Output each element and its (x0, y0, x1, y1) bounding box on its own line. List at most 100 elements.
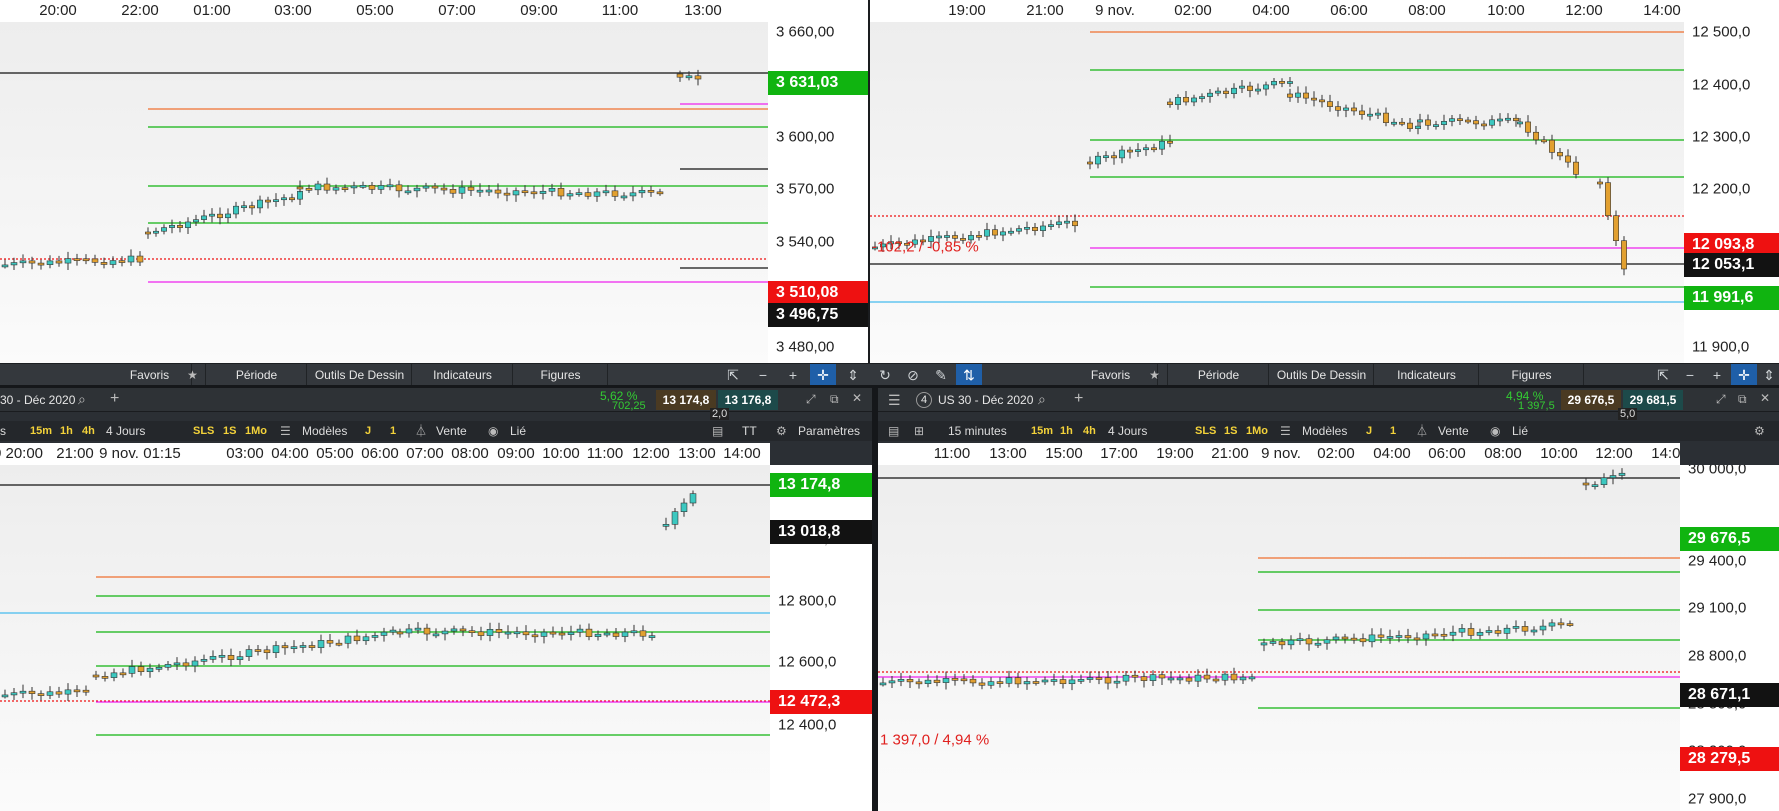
gear-icon[interactable]: ⚙ (1754, 421, 1765, 441)
interval-suffix[interactable]: s (0, 421, 6, 441)
candle (118, 260, 126, 263)
text-size-button[interactable]: TT (742, 421, 757, 441)
one-button[interactable]: 1 (390, 421, 396, 441)
window-title[interactable]: US 30 - Déc 2020 (938, 393, 1033, 407)
expand-icon[interactable]: ⤢ (806, 392, 816, 407)
crosshair-icon[interactable]: ✛ (1731, 364, 1757, 386)
y-axis[interactable]: 12 500,0 12 400,0 12 300,0 12 200,0 11 9… (1684, 0, 1779, 364)
templates-icon[interactable]: ☰ (1280, 421, 1291, 441)
candle (1433, 124, 1439, 127)
candle (395, 184, 403, 192)
bid-price[interactable]: 29 676,5 (1561, 390, 1621, 410)
expand-icon[interactable]: ⤢ (1716, 392, 1726, 407)
drawing-tools-button[interactable]: Outils De Dessin (1270, 364, 1374, 386)
menu-icon[interactable]: ☰ (888, 392, 901, 409)
sell-button[interactable]: Vente (436, 421, 467, 441)
interval-1s-button[interactable]: 1S (1224, 421, 1237, 441)
y-axis[interactable]: 30 000,0 29 400,0 29 100,0 28 800,0 28 5… (1680, 465, 1779, 811)
j-button[interactable]: J (365, 421, 371, 441)
link-icon[interactable]: ◉ (1490, 421, 1500, 441)
star-icon[interactable]: ★ (1142, 364, 1168, 386)
magnet-icon[interactable]: ⇅ (956, 364, 982, 386)
export-icon[interactable]: ⇱ (720, 364, 746, 386)
pencil-icon[interactable]: ✎ (928, 364, 954, 386)
vertical-fit-icon[interactable]: ⇕ (1756, 364, 1779, 386)
close-icon[interactable]: ✕ (1760, 391, 1770, 405)
range-select[interactable]: 4 Jours (106, 421, 145, 441)
one-button[interactable]: 1 (1390, 421, 1396, 441)
interval-1h-button[interactable]: 1h (60, 421, 73, 441)
zoom-out-icon[interactable]: − (750, 364, 776, 386)
search-icon[interactable]: ⌕ (78, 391, 86, 408)
sell-icon[interactable]: ⏃ (415, 421, 427, 441)
link-icon[interactable]: ◉ (488, 421, 498, 441)
cancel-icon[interactable]: ⊘ (900, 364, 926, 386)
add-tab-icon[interactable]: + (1074, 390, 1083, 408)
panel-divider[interactable] (868, 0, 870, 364)
candle (1072, 220, 1078, 227)
interval-select[interactable]: 15 minutes (948, 421, 1007, 441)
refresh-icon[interactable]: ↻ (872, 364, 898, 386)
candle (1350, 637, 1358, 641)
drawing-tools-button[interactable]: Outils De Dessin (308, 364, 412, 386)
candle (593, 191, 601, 197)
interval-1mo-button[interactable]: 1Mo (1246, 421, 1268, 441)
linked-button[interactable]: Lié (510, 421, 526, 441)
gear-icon[interactable]: ⚙ (776, 421, 787, 441)
interval-1s-button[interactable]: 1S (223, 421, 236, 441)
list-icon[interactable]: ▤ (888, 421, 899, 441)
ask-price[interactable]: 13 176,8 (718, 390, 778, 410)
close-icon[interactable]: ✕ (852, 391, 862, 405)
zoom-out-icon[interactable]: − (1677, 364, 1703, 386)
zoom-in-icon[interactable]: + (1704, 364, 1730, 386)
indicators-button[interactable]: Indicateurs (1375, 364, 1479, 386)
figures-button[interactable]: Figures (514, 364, 608, 386)
interval-4h-button[interactable]: 4h (1083, 421, 1096, 441)
popout-icon[interactable]: ⧉ (1738, 392, 1747, 407)
layout-icon[interactable]: ▤ (712, 421, 723, 441)
interval-4h-button[interactable]: 4h (82, 421, 95, 441)
candle (1, 694, 9, 698)
figures-button[interactable]: Figures (1480, 364, 1584, 386)
range-select[interactable]: 4 Jours (1108, 421, 1147, 441)
templates-button[interactable]: Modèles (302, 421, 347, 441)
star-icon[interactable]: ★ (180, 364, 206, 386)
periode-button[interactable]: Période (207, 364, 307, 386)
candle (647, 190, 655, 193)
templates-button[interactable]: Modèles (1302, 421, 1347, 441)
price-plot[interactable] (0, 22, 768, 363)
interval-15m-button[interactable]: 15m (1031, 421, 1053, 441)
add-tab-icon[interactable]: + (110, 390, 119, 408)
sls-button[interactable]: SLS (1195, 421, 1216, 441)
templates-icon[interactable]: ☰ (280, 421, 291, 441)
price-plot[interactable] (0, 465, 770, 811)
ask-price[interactable]: 29 681,5 (1623, 390, 1683, 410)
export-icon[interactable]: ⇱ (1650, 364, 1676, 386)
indicators-button[interactable]: Indicateurs (413, 364, 513, 386)
periode-button[interactable]: Période (1169, 364, 1269, 386)
grid-icon[interactable]: ⊞ (914, 421, 924, 441)
sell-button[interactable]: Vente (1438, 421, 1469, 441)
interval-1mo-button[interactable]: 1Mo (245, 421, 267, 441)
interval-15m-button[interactable]: 15m (30, 421, 52, 441)
candle (522, 631, 530, 636)
y-axis[interactable]: 13 000,0 12 800,0 12 600,0 12 400,0 13 1… (770, 465, 872, 811)
crosshair-icon[interactable]: ✛ (810, 364, 836, 386)
search-icon[interactable]: ⌕ (1038, 391, 1046, 408)
sls-button[interactable]: SLS (193, 421, 214, 441)
j-button[interactable]: J (1366, 421, 1372, 441)
price-plot[interactable] (870, 22, 1684, 363)
popout-icon[interactable]: ⧉ (830, 392, 839, 407)
zoom-in-icon[interactable]: + (780, 364, 806, 386)
sell-icon[interactable]: ⏃ (1416, 421, 1428, 441)
candle (671, 511, 679, 525)
bid-price[interactable]: 13 174,8 (656, 390, 716, 410)
interval-1h-button[interactable]: 1h (1060, 421, 1073, 441)
settings-button[interactable]: Paramètres (798, 421, 860, 441)
linked-button[interactable]: Lié (1512, 421, 1528, 441)
y-axis[interactable]: 3 660,00 3 600,00 3 570,00 3 540,00 3 48… (768, 0, 868, 364)
window-title[interactable]: 30 - Déc 2020 (0, 393, 75, 407)
vertical-fit-icon[interactable]: ⇕ (840, 364, 866, 386)
price-plot[interactable] (878, 465, 1680, 811)
candle (548, 188, 556, 192)
